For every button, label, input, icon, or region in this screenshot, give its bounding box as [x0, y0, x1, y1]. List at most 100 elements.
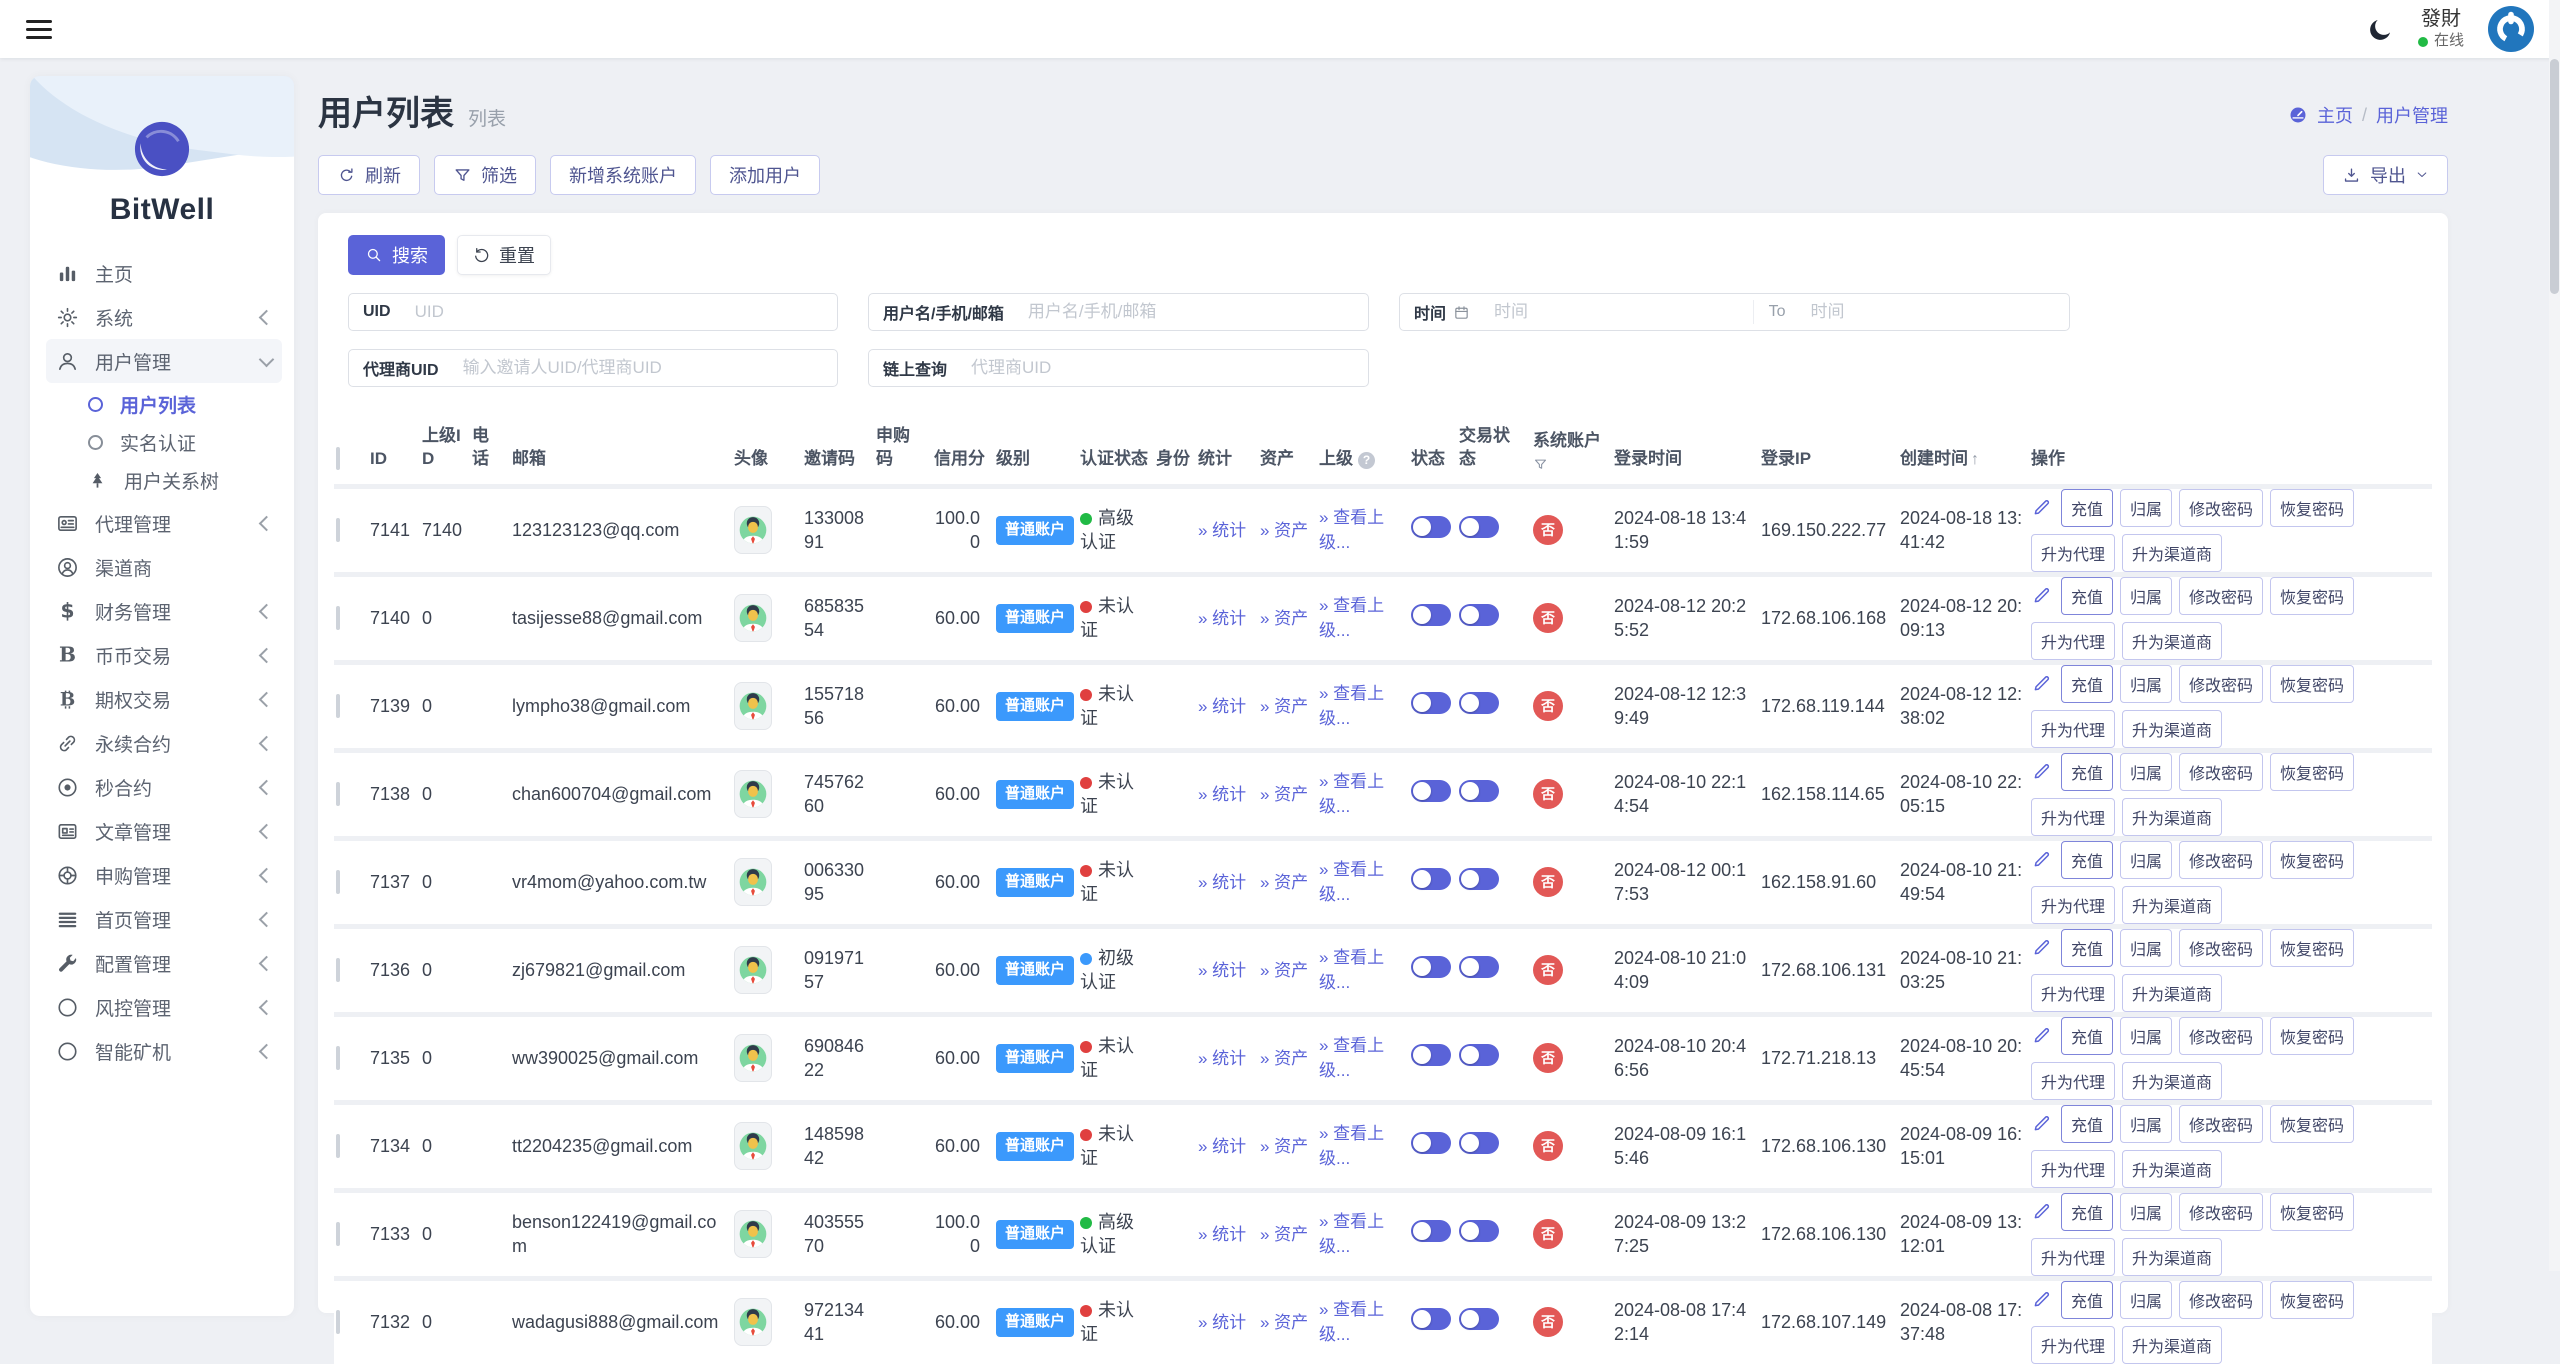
refresh-button[interactable]: 刷新	[318, 155, 420, 195]
edit-icon[interactable]	[2031, 673, 2052, 694]
action-restore-password-button[interactable]: 恢复密码	[2270, 1104, 2355, 1143]
stats-link[interactable]: » 统计	[1198, 697, 1246, 716]
status-toggle[interactable]	[1411, 956, 1451, 979]
select-all-checkbox[interactable]	[336, 446, 340, 470]
sidebar-item-13[interactable]: 配置管理	[46, 941, 282, 985]
action-change-password-button[interactable]: 修改密码	[2179, 1016, 2264, 1055]
edit-icon[interactable]	[2031, 585, 2052, 606]
action-attribution-button[interactable]: 归属	[2120, 928, 2173, 967]
action-promote-channel-button[interactable]: 升为渠道商	[2122, 621, 2223, 660]
sidebar-item-5[interactable]: $ 财务管理	[46, 589, 282, 633]
assets-link[interactable]: » 资产	[1260, 697, 1308, 716]
row-checkbox[interactable]	[336, 518, 340, 543]
sidebar-item-8[interactable]: 永续合约	[46, 721, 282, 765]
action-restore-password-button[interactable]: 恢复密码	[2270, 1016, 2355, 1055]
stats-link[interactable]: » 统计	[1198, 961, 1246, 980]
uid-input[interactable]	[404, 294, 837, 330]
assets-link[interactable]: » 资产	[1260, 873, 1308, 892]
action-promote-agent-button[interactable]: 升为代理	[2031, 1149, 2116, 1188]
action-restore-password-button[interactable]: 恢复密码	[2270, 664, 2355, 703]
trade-status-toggle[interactable]	[1459, 1044, 1499, 1067]
sidebar-item-0[interactable]: 主页	[46, 251, 282, 295]
sidebar-item-10[interactable]: 文章管理	[46, 809, 282, 853]
action-promote-agent-button[interactable]: 升为代理	[2031, 621, 2116, 660]
status-toggle[interactable]	[1411, 516, 1451, 539]
stats-link[interactable]: » 统计	[1198, 1313, 1246, 1332]
stats-link[interactable]: » 统计	[1198, 785, 1246, 804]
action-recharge-button[interactable]: 充值	[2061, 1016, 2114, 1055]
trade-status-toggle[interactable]	[1459, 692, 1499, 715]
action-restore-password-button[interactable]: 恢复密码	[2270, 1192, 2355, 1231]
status-toggle[interactable]	[1411, 1044, 1451, 1067]
action-change-password-button[interactable]: 修改密码	[2179, 928, 2264, 967]
action-promote-channel-button[interactable]: 升为渠道商	[2122, 797, 2223, 836]
sidebar-item-14[interactable]: 风控管理	[46, 985, 282, 1029]
avatar[interactable]	[734, 1034, 772, 1083]
action-attribution-button[interactable]: 归属	[2120, 576, 2173, 615]
sidebar-item-1[interactable]: 系统	[46, 295, 282, 339]
action-attribution-button[interactable]: 归属	[2120, 1280, 2173, 1319]
agent-uid-input[interactable]	[452, 350, 837, 386]
action-recharge-button[interactable]: 充值	[2061, 1280, 2114, 1319]
view-parent-link[interactable]: » 查看上级...	[1319, 1300, 1384, 1344]
onchain-input[interactable]	[961, 350, 1368, 386]
action-restore-password-button[interactable]: 恢复密码	[2270, 840, 2355, 879]
action-change-password-button[interactable]: 修改密码	[2179, 488, 2264, 527]
action-promote-agent-button[interactable]: 升为代理	[2031, 885, 2116, 924]
avatar[interactable]	[734, 858, 772, 907]
status-toggle[interactable]	[1411, 868, 1451, 891]
status-toggle[interactable]	[1411, 1132, 1451, 1155]
sidebar-subitem-2-2[interactable]: 用户关系树	[46, 461, 282, 499]
edit-icon[interactable]	[2031, 937, 2052, 958]
action-promote-agent-button[interactable]: 升为代理	[2031, 709, 2116, 748]
action-change-password-button[interactable]: 修改密码	[2179, 840, 2264, 879]
action-promote-agent-button[interactable]: 升为代理	[2031, 973, 2116, 1012]
assets-link[interactable]: » 资产	[1260, 609, 1308, 628]
avatar[interactable]	[734, 594, 772, 643]
sidebar-item-4[interactable]: 渠道商	[46, 545, 282, 589]
stats-link[interactable]: » 统计	[1198, 1049, 1246, 1068]
action-recharge-button[interactable]: 充值	[2061, 488, 2114, 527]
row-checkbox[interactable]	[336, 870, 340, 895]
stats-link[interactable]: » 统计	[1198, 609, 1246, 628]
sort-asc-icon[interactable]: ↑	[1971, 451, 1979, 468]
sidebar-subitem-2-1[interactable]: 实名认证	[46, 423, 282, 461]
trade-status-toggle[interactable]	[1459, 780, 1499, 803]
action-attribution-button[interactable]: 归属	[2120, 488, 2173, 527]
filter-button[interactable]: 筛选	[434, 155, 536, 195]
avatar[interactable]	[734, 1210, 772, 1259]
action-restore-password-button[interactable]: 恢复密码	[2270, 752, 2355, 791]
column-filter-icon[interactable]	[1533, 456, 1548, 471]
edit-icon[interactable]	[2031, 1201, 2052, 1222]
user-info[interactable]: 發財 在线	[2417, 7, 2464, 51]
action-recharge-button[interactable]: 充值	[2061, 1192, 2114, 1231]
time-start-input[interactable]	[1484, 294, 1753, 330]
row-checkbox[interactable]	[336, 782, 340, 807]
trade-status-toggle[interactable]	[1459, 604, 1499, 627]
trade-status-toggle[interactable]	[1459, 956, 1499, 979]
action-attribution-button[interactable]: 归属	[2120, 840, 2173, 879]
row-checkbox[interactable]	[336, 958, 340, 983]
action-promote-channel-button[interactable]: 升为渠道商	[2122, 885, 2223, 924]
action-restore-password-button[interactable]: 恢复密码	[2270, 928, 2355, 967]
edit-icon[interactable]	[2031, 1025, 2052, 1046]
export-button[interactable]: 导出	[2323, 155, 2448, 195]
action-restore-password-button[interactable]: 恢复密码	[2270, 488, 2355, 527]
sidebar-item-2[interactable]: 用户管理	[46, 339, 282, 383]
action-promote-agent-button[interactable]: 升为代理	[2031, 797, 2116, 836]
new-system-account-button[interactable]: 新增系统账户	[550, 155, 696, 195]
edit-icon[interactable]	[2031, 849, 2052, 870]
avatar[interactable]	[734, 682, 772, 731]
scrollbar-thumb[interactable]	[2550, 59, 2559, 294]
action-restore-password-button[interactable]: 恢复密码	[2270, 576, 2355, 615]
user-avatar[interactable]	[2488, 6, 2534, 52]
add-user-button[interactable]: 添加用户	[710, 155, 820, 195]
view-parent-link[interactable]: » 查看上级...	[1319, 1124, 1384, 1168]
action-attribution-button[interactable]: 归属	[2120, 664, 2173, 703]
action-recharge-button[interactable]: 充值	[2061, 752, 2114, 791]
stats-link[interactable]: » 统计	[1198, 521, 1246, 540]
trade-status-toggle[interactable]	[1459, 1220, 1499, 1243]
action-recharge-button[interactable]: 充值	[2061, 928, 2114, 967]
row-checkbox[interactable]	[336, 1134, 340, 1159]
action-restore-password-button[interactable]: 恢复密码	[2270, 1280, 2355, 1319]
